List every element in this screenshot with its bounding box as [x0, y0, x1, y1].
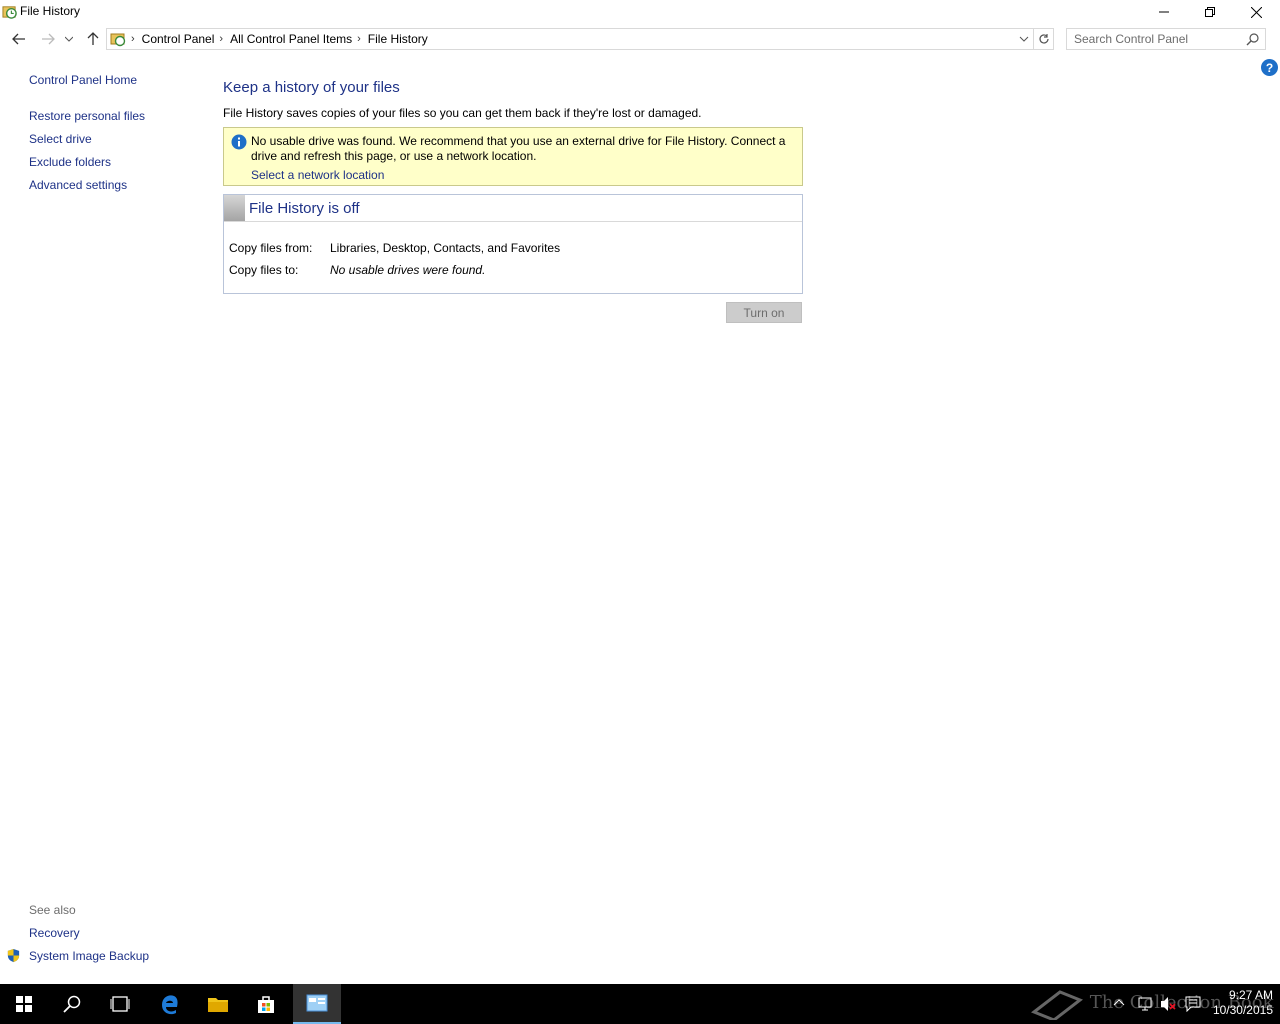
breadcrumb-all-items[interactable]: All Control Panel Items	[230, 32, 352, 46]
store-button[interactable]	[242, 984, 290, 1024]
refresh-button[interactable]	[1034, 28, 1054, 50]
recent-locations-button[interactable]	[62, 29, 76, 49]
minimize-button[interactable]	[1141, 0, 1187, 24]
clock[interactable]: 9:27 AM 10/30/2015	[1205, 988, 1273, 1018]
folder-icon	[208, 998, 228, 1012]
file-history-app-icon	[2, 6, 17, 19]
info-icon	[231, 134, 247, 150]
restore-personal-files-link[interactable]: Restore personal files	[29, 109, 145, 123]
title-bar: File History	[0, 0, 1280, 24]
select-network-location-link[interactable]: Select a network location	[251, 168, 384, 182]
recovery-link[interactable]: Recovery	[29, 926, 80, 940]
breadcrumb-file-history[interactable]: File History	[368, 32, 428, 46]
control-panel-taskbar-button[interactable]	[293, 984, 341, 1024]
forward-arrow-icon	[42, 33, 55, 45]
edge-icon	[162, 995, 178, 1015]
start-button[interactable]	[0, 984, 48, 1024]
minimize-icon	[1159, 11, 1169, 13]
search-input[interactable]	[1074, 30, 1244, 48]
copy-from-label: Copy files from:	[229, 241, 313, 255]
close-icon	[1250, 6, 1262, 18]
copy-to-label: Copy files to:	[229, 263, 299, 277]
clock-date: 10/30/2015	[1212, 1003, 1273, 1017]
search-icon[interactable]	[1246, 32, 1260, 46]
taskbar-search-button[interactable]	[48, 984, 96, 1024]
status-header: File History is off	[224, 195, 802, 222]
file-explorer-button[interactable]	[194, 984, 242, 1024]
breadcrumb-separator-icon: ›	[131, 33, 135, 45]
search-icon	[63, 995, 81, 1013]
address-dropdown-icon[interactable]	[1018, 32, 1030, 46]
uac-shield-icon	[7, 948, 20, 963]
info-banner: No usable drive was found. We recommend …	[223, 127, 803, 186]
restore-icon	[1205, 7, 1215, 17]
control-panel-icon	[306, 994, 328, 1012]
see-also-heading: See also	[29, 903, 76, 917]
windows-logo-icon	[16, 996, 32, 1012]
volume-muted-icon[interactable]	[1160, 996, 1176, 1012]
turn-on-button[interactable]: Turn on	[726, 302, 802, 323]
show-hidden-icons-icon[interactable]	[1113, 996, 1125, 1008]
search-box[interactable]	[1066, 28, 1266, 50]
chevron-down-icon	[65, 36, 73, 42]
store-bag-icon	[258, 996, 274, 1013]
page-description: File History saves copies of your files …	[223, 106, 702, 120]
network-icon[interactable]	[1137, 996, 1153, 1012]
copy-to-value: No usable drives were found.	[330, 263, 486, 277]
status-indicator	[224, 195, 245, 221]
up-button[interactable]	[83, 29, 103, 49]
status-title: File History is off	[249, 200, 360, 217]
page-title: Keep a history of your files	[223, 79, 400, 96]
info-message: No usable drive was found. We recommend …	[251, 134, 786, 163]
control-panel-icon	[110, 33, 126, 47]
forward-button[interactable]	[38, 29, 58, 49]
help-button[interactable]: ?	[1261, 59, 1278, 76]
back-arrow-icon	[12, 33, 25, 45]
restore-button[interactable]	[1187, 0, 1233, 24]
close-button[interactable]	[1233, 0, 1279, 24]
up-arrow-icon	[87, 32, 99, 45]
copy-from-value: Libraries, Desktop, Contacts, and Favori…	[330, 241, 561, 255]
task-view-button[interactable]	[96, 984, 144, 1024]
clock-time: 9:27 AM	[1228, 988, 1273, 1002]
address-bar[interactable]: › Control Panel › All Control Panel Item…	[106, 28, 1034, 50]
action-center-icon[interactable]	[1185, 996, 1201, 1012]
back-button[interactable]	[9, 29, 29, 49]
exclude-folders-link[interactable]: Exclude folders	[29, 155, 111, 169]
system-image-backup-link[interactable]: System Image Backup	[29, 949, 149, 963]
window-title: File History	[20, 4, 81, 18]
taskbar: The Collection Book 9:27 AM 10/30/2015	[0, 984, 1280, 1024]
breadcrumb-separator-icon: ›	[219, 33, 224, 45]
edge-button[interactable]	[146, 984, 194, 1024]
book-watermark-icon	[1030, 990, 1084, 1022]
breadcrumb-control-panel[interactable]: Control Panel	[142, 32, 215, 46]
task-view-icon	[110, 996, 130, 1012]
select-drive-link[interactable]: Select drive	[29, 132, 92, 146]
advanced-settings-link[interactable]: Advanced settings	[29, 178, 127, 192]
control-panel-home-link[interactable]: Control Panel Home	[29, 73, 137, 87]
breadcrumb-separator-icon: ›	[357, 33, 361, 45]
refresh-icon	[1038, 34, 1049, 44]
navigation-bar: › Control Panel › All Control Panel Item…	[0, 26, 1280, 52]
status-panel: File History is off Copy files from: Lib…	[223, 194, 803, 294]
